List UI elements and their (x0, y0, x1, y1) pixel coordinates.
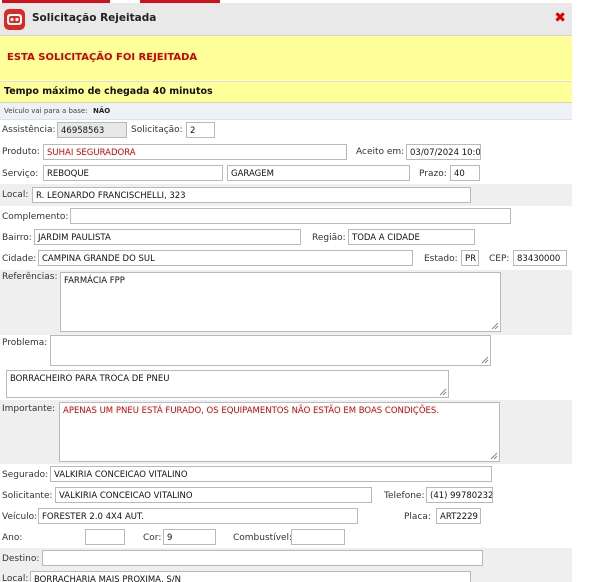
prazo-field[interactable]: 40 (450, 165, 480, 181)
servico-destino-field[interactable]: GARAGEM (227, 165, 410, 181)
segurado-label: Segurado: (2, 470, 49, 480)
local-destino-label: Local: (2, 574, 29, 582)
row-importante: Importante: APENAS UM PNEU ESTÁ FURADO, … (0, 400, 572, 464)
base-value: NÃO (93, 107, 111, 115)
problema-label: Problema: (2, 338, 48, 348)
max-time-message: Tempo máximo de chegada 40 minutos (4, 86, 213, 97)
ano-field[interactable] (85, 529, 125, 545)
veiculo-label: Veículo: (2, 512, 38, 522)
cor-field[interactable]: 9 (163, 529, 216, 545)
resize-grip-icon[interactable] (439, 388, 447, 396)
row-problema: Problema: (0, 335, 572, 368)
referencias-label: Referências: (2, 272, 58, 282)
estado-label: Estado: (424, 254, 458, 264)
destino-field[interactable] (42, 550, 483, 566)
resize-grip-icon[interactable] (481, 356, 489, 364)
veiculo-field[interactable]: FORESTER 2.0 4X4 AUT. (38, 508, 358, 524)
row-complemento: Complemento: (0, 206, 572, 227)
solicitante-label: Solicitante: (2, 491, 53, 501)
assistencia-label: Assistência: (2, 125, 56, 135)
estado-field[interactable]: PR (461, 250, 479, 266)
base-info-line: Veículo vai para a base: NÃO (0, 103, 572, 120)
problema-textarea[interactable] (50, 335, 491, 366)
row-produto: Produto: SUHAI SEGURADORA Aceito em: 03/… (0, 142, 572, 163)
problema-detalhe-textarea[interactable]: BORRACHEIRO PARA TROCA DE PNEU (6, 370, 449, 398)
ano-label: Ano: (2, 533, 23, 543)
combustivel-field[interactable] (291, 529, 345, 545)
resize-grip-icon[interactable] (491, 322, 499, 330)
aceito-field[interactable]: 03/07/2024 10:07 (406, 144, 481, 160)
close-icon[interactable]: ✖ (554, 10, 566, 26)
servico-label: Serviço: (2, 169, 39, 179)
importante-label: Importante: (2, 404, 56, 414)
solicitacao-label: Solicitação: (131, 125, 183, 135)
solicitante-field[interactable]: VALKIRIA CONCEICAO VITALINO (55, 487, 372, 503)
row-veiculo: Veículo: FORESTER 2.0 4X4 AUT. Placa: AR… (0, 506, 572, 527)
rejected-banner: ESTA SOLICITAÇÃO FOI REJEITADA (0, 36, 572, 80)
row-assistencia: Assistência: 46958563 Solicitação: 2 (0, 120, 572, 141)
prazo-label: Prazo: (419, 169, 447, 179)
app-logo-icon (4, 9, 25, 30)
dialog-title: Solicitação Rejeitada (32, 12, 157, 24)
aceito-label: Aceito em: (356, 147, 405, 157)
row-servico: Serviço: REBOQUE GARAGEM Prazo: 40 (0, 163, 572, 184)
resize-grip-icon[interactable] (490, 452, 498, 460)
cep-field[interactable]: 83430000 (513, 250, 567, 266)
combustivel-label: Combustível: (233, 533, 293, 543)
bairro-label: Bairro: (2, 233, 32, 243)
placa-label: Placa: (404, 512, 431, 522)
solicitacao-field[interactable]: 2 (186, 122, 215, 138)
telefone-field[interactable]: (41) 997802326 (426, 487, 493, 503)
regiao-label: Região: (312, 233, 346, 243)
complemento-label: Complemento: (2, 212, 69, 222)
cidade-field[interactable]: CAMPINA GRANDE DO SUL (38, 250, 413, 266)
regiao-field[interactable]: TODA A CIDADE (348, 229, 475, 245)
max-time-banner: Tempo máximo de chegada 40 minutos (0, 81, 572, 103)
segurado-field[interactable]: VALKIRIA CONCEICAO VITALINO (50, 466, 492, 482)
rejected-message: ESTA SOLICITAÇÃO FOI REJEITADA (7, 52, 198, 63)
telefone-label: Telefone: (384, 491, 425, 501)
placa-field[interactable]: ART2229 (436, 508, 481, 524)
rejected-request-dialog: Solicitação Rejeitada ✖ ESTA SOLICITAÇÃO… (0, 3, 572, 582)
importante-textarea[interactable]: APENAS UM PNEU ESTÁ FURADO, OS EQUIPAMEN… (59, 402, 500, 462)
row-local: Local: R. LEONARDO FRANCISCHELLI, 323 (0, 184, 572, 206)
produto-label: Produto: (2, 147, 40, 157)
complemento-field[interactable] (70, 208, 511, 224)
dialog-titlebar: Solicitação Rejeitada ✖ (0, 3, 572, 36)
assistencia-field[interactable]: 46958563 (57, 122, 127, 138)
row-local-destino: Local: BORRACHARIA MAIS PROXIMA, S/N (0, 569, 572, 582)
row-bairro: Bairro: JARDIM PAULISTA Região: TODA A C… (0, 227, 572, 248)
destino-label: Destino: (2, 554, 40, 564)
base-label: Veículo vai para a base: (4, 107, 88, 115)
row-solicitante: Solicitante: VALKIRIA CONCEICAO VITALINO… (0, 485, 572, 506)
row-referencias: Referências: FARMÁCIA FPP (0, 270, 572, 335)
referencias-textarea[interactable]: FARMÁCIA FPP (60, 272, 501, 332)
cor-label: Cor: (143, 533, 162, 543)
cidade-label: Cidade: (2, 254, 37, 264)
cep-label: CEP: (489, 254, 510, 264)
produto-field[interactable]: SUHAI SEGURADORA (43, 144, 347, 160)
row-ano: Ano: Cor: 9 Combustível: (0, 527, 572, 548)
local-label: Local: (2, 190, 29, 200)
row-segurado: Segurado: VALKIRIA CONCEICAO VITALINO (0, 464, 572, 485)
local-field[interactable]: R. LEONARDO FRANCISCHELLI, 323 (32, 187, 471, 203)
row-cidade: Cidade: CAMPINA GRANDE DO SUL Estado: PR… (0, 248, 572, 270)
servico-field[interactable]: REBOQUE (43, 165, 223, 181)
local-destino-field[interactable]: BORRACHARIA MAIS PROXIMA, S/N (30, 571, 471, 582)
row-destino: Destino: (0, 548, 572, 569)
row-problema-detalhe: BORRACHEIRO PARA TROCA DE PNEU (0, 368, 572, 400)
bairro-field[interactable]: JARDIM PAULISTA (34, 229, 301, 245)
